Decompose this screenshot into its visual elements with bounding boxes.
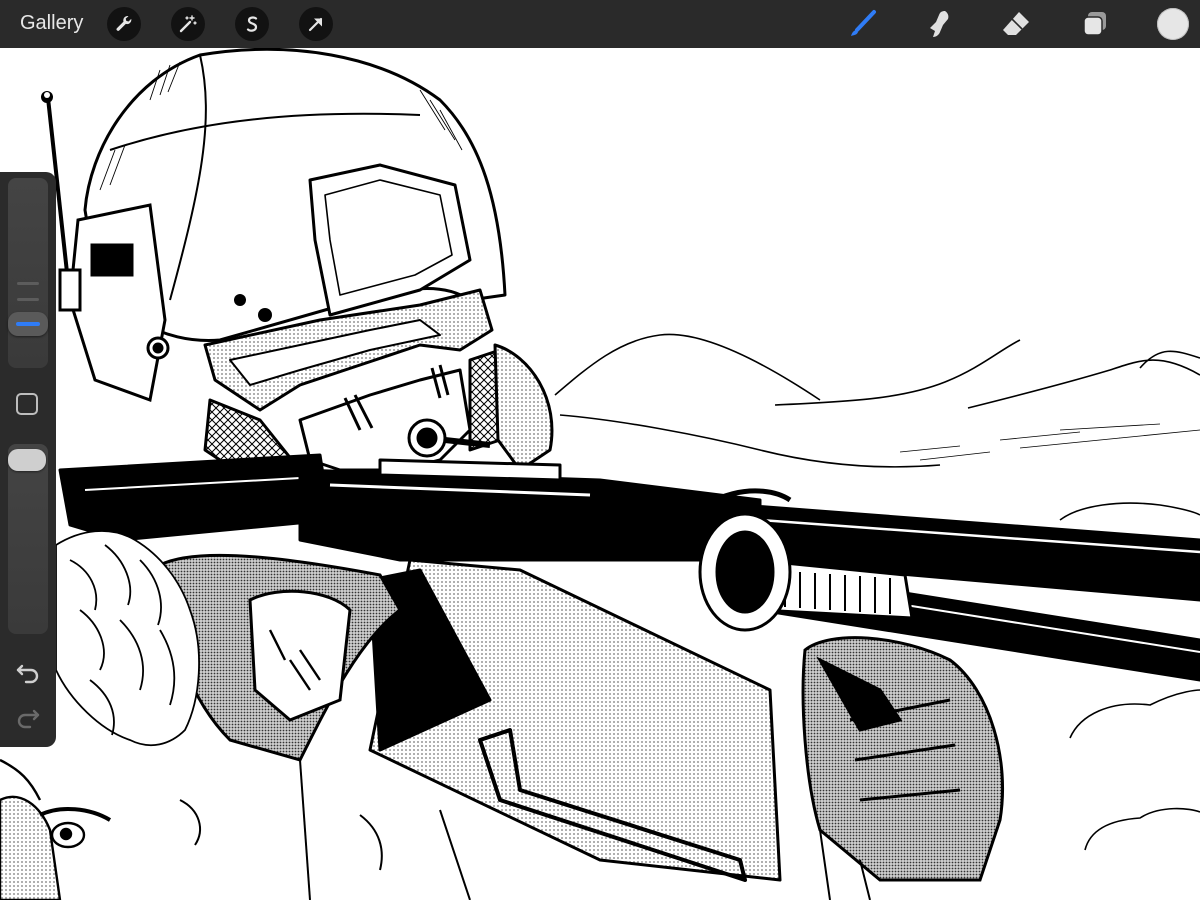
size-tick bbox=[17, 298, 39, 301]
selection-s-icon[interactable] bbox=[235, 7, 269, 41]
actions-wrench-icon[interactable] bbox=[107, 7, 141, 41]
brush-sidebar bbox=[0, 172, 56, 747]
top-toolbar: Gallery bbox=[0, 0, 1200, 48]
size-tick bbox=[17, 282, 39, 285]
brush-size-slider[interactable] bbox=[8, 178, 48, 368]
color-picker-swatch[interactable] bbox=[1157, 8, 1189, 40]
helmet-side-panel bbox=[58, 203, 170, 403]
hill-hatching bbox=[899, 423, 1200, 461]
eraser-icon[interactable] bbox=[998, 6, 1034, 42]
brush-size-knob[interactable] bbox=[8, 312, 48, 336]
brush-opacity-knob[interactable] bbox=[8, 449, 46, 471]
modify-button[interactable] bbox=[16, 393, 38, 415]
drawing-canvas[interactable] bbox=[0, 48, 1200, 900]
undo-icon[interactable] bbox=[14, 657, 42, 685]
transform-arrow-icon[interactable] bbox=[299, 7, 333, 41]
right-glove bbox=[801, 636, 1004, 882]
adjustments-magic-wand-icon[interactable] bbox=[171, 7, 205, 41]
redo-icon[interactable] bbox=[14, 702, 42, 730]
character-face bbox=[0, 758, 112, 900]
brush-opacity-slider[interactable] bbox=[8, 444, 48, 634]
layers-icon[interactable] bbox=[1077, 6, 1113, 42]
brush-icon[interactable] bbox=[845, 6, 881, 42]
manga-artwork bbox=[0, 48, 1200, 900]
gallery-button[interactable]: Gallery bbox=[20, 12, 83, 35]
smudge-icon[interactable] bbox=[921, 6, 957, 42]
